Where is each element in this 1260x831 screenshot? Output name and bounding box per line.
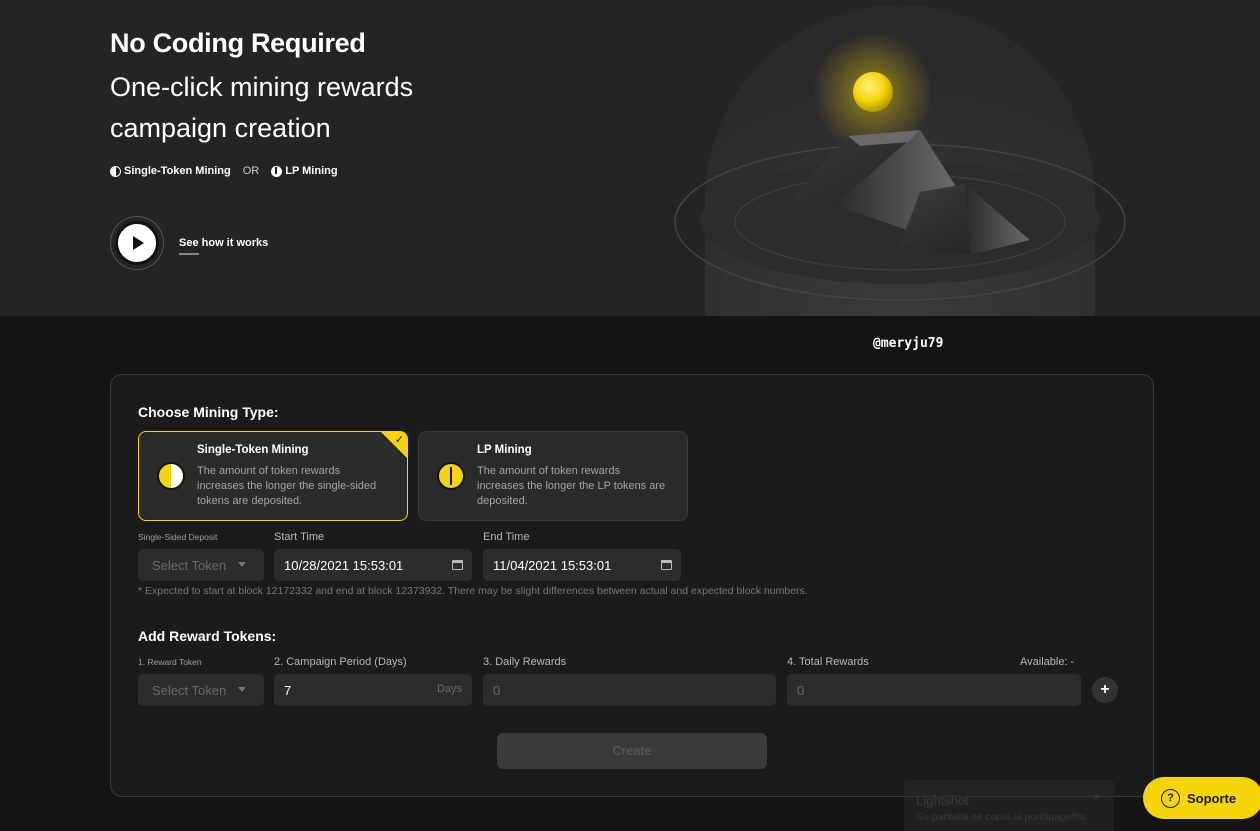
calendar-icon [661,560,672,570]
single-token-icon [157,462,185,490]
daily-rewards-label: 3. Daily Rewards [483,656,567,668]
see-how-underline [179,253,199,255]
toast-message: Su pantalla se copió al portapapeles [916,811,1086,823]
daily-rewards-input[interactable]: 0 [483,674,776,706]
support-label: Soporte [1187,790,1237,806]
lp-label: LP Mining [285,165,338,177]
end-time-input[interactable]: 11/04/2021 15:53:01 [483,549,681,581]
lp-token-icon [437,462,465,490]
deposit-token-label: Single-Sided Deposit [138,532,218,542]
reward-token-label: 1. Reward Token [138,657,202,667]
single-token-label: Single-Token Mining [124,165,231,177]
start-time-label: Start Time [274,531,325,543]
end-time-label: End Time [483,531,530,543]
block-note: * Expected to start at block 12172332 an… [138,585,808,597]
see-how-link[interactable]: See how it works [179,237,268,249]
lightshot-toast: Lightshot Su pantalla se copió al portap… [904,780,1114,831]
calendar-icon [452,560,463,570]
card-description: The amount of token rewards increases th… [477,465,666,507]
watermark-handle: @meryju79 [873,336,944,351]
choose-mining-title: Choose Mining Type: [138,404,279,420]
toast-title: Lightshot [916,793,969,808]
hero-title: No Coding Required [110,28,366,58]
lp-circle-icon [271,165,283,177]
mining-types-row: Single-Token Mining OR LP Mining [110,165,338,177]
check-icon: ✓ [394,434,404,446]
hero-banner: No Coding Required One-click mining rewa… [0,0,1260,316]
start-time-input[interactable]: 10/28/2021 15:53:01 [274,549,472,581]
period-value: 7 [284,682,292,698]
period-unit: Days [436,683,462,695]
or-label: OR [242,165,260,177]
total-rewards-label: 4. Total Rewards [787,656,869,668]
total-rewards-value: 0 [797,682,805,698]
daily-rewards-value: 0 [493,682,501,698]
play-icon [115,221,159,265]
card-title: Single-Token Mining [197,444,309,456]
reward-token-select[interactable]: Select Token [138,674,264,706]
end-time-value: 11/04/2021 15:53:01 [493,557,612,573]
mining-illustration [674,5,1126,316]
card-title: LP Mining [477,444,532,456]
play-video-button[interactable] [110,216,164,270]
total-rewards-input[interactable]: 0 [787,674,1081,706]
half-circle-icon [110,165,121,177]
chevron-down-icon [238,562,246,567]
card-lp-mining[interactable]: LP Mining The amount of token rewards in… [418,431,688,521]
help-icon: ? [1161,788,1180,808]
period-label: 2. Campaign Period (Days) [274,656,407,668]
create-button[interactable]: Create [497,733,767,769]
select-placeholder: Select Token [152,682,227,698]
reward-tokens-title: Add Reward Tokens: [138,628,277,644]
chevron-down-icon [238,687,246,692]
add-reward-button[interactable]: + [1092,677,1118,703]
support-button[interactable]: ? Soporte [1143,777,1260,819]
close-icon[interactable]: × [1093,790,1100,804]
deposit-token-select[interactable]: Select Token [138,549,264,581]
select-placeholder: Select Token [152,557,227,573]
card-single-token[interactable]: ✓ Single-Token Mining The amount of toke… [138,431,408,521]
hero-subtitle: One-click mining rewards campaign creati… [110,72,414,143]
start-time-value: 10/28/2021 15:53:01 [284,557,404,573]
campaign-period-input[interactable]: 7 Days [274,674,472,706]
card-description: The amount of token rewards increases th… [197,465,377,507]
available-balance: Available: - [1020,656,1075,668]
